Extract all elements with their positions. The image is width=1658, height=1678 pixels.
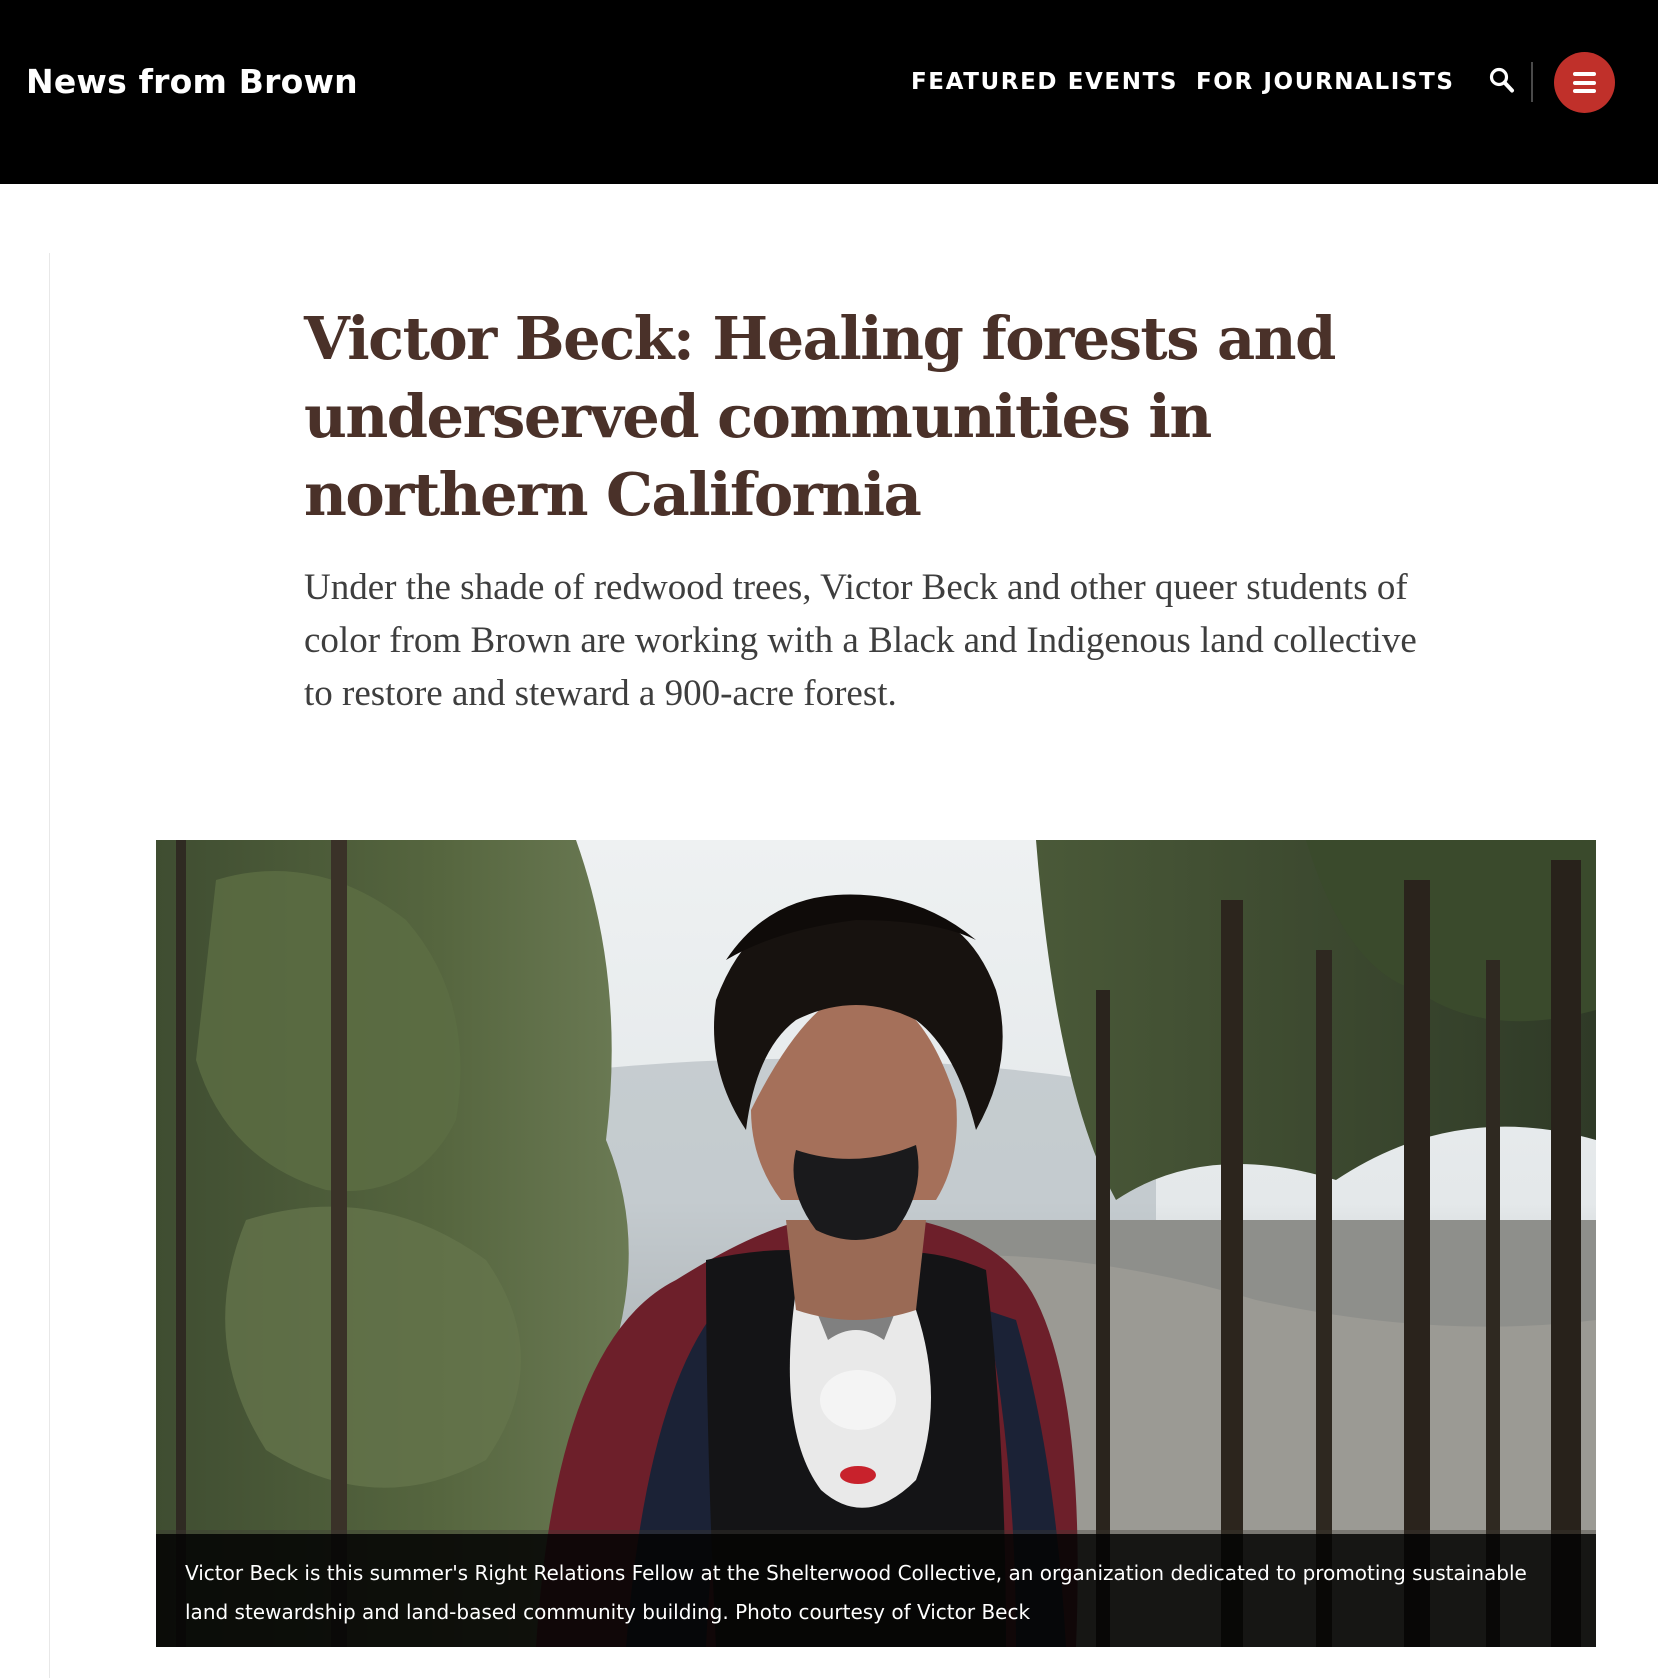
nav-featured-events[interactable]: FEATURED EVENTS [911, 66, 1178, 98]
nav-for-journalists[interactable]: FOR JOURNALISTS [1196, 66, 1455, 98]
site-logo[interactable]: News from Brown [26, 60, 358, 104]
menu-icon-bar [1573, 80, 1596, 85]
menu-icon-bar [1573, 89, 1596, 93]
search-icon[interactable] [1488, 66, 1518, 98]
photo-caption: Victor Beck is this summer's Right Relat… [156, 1534, 1596, 1647]
site-header: News from Brown FEATURED EVENTS FOR JOUR… [0, 0, 1658, 184]
hero-photo [156, 840, 1596, 1647]
nav-divider [1531, 62, 1533, 102]
hero-figure: Victor Beck is this summer's Right Relat… [156, 840, 1596, 1647]
article-dek: Under the shade of redwood trees, Victor… [304, 567, 1417, 714]
article-title: Victor Beck: Healing forests and underse… [304, 304, 1336, 529]
menu-button[interactable] [1554, 52, 1615, 113]
content-rail [49, 253, 50, 1678]
menu-icon [1573, 72, 1596, 76]
